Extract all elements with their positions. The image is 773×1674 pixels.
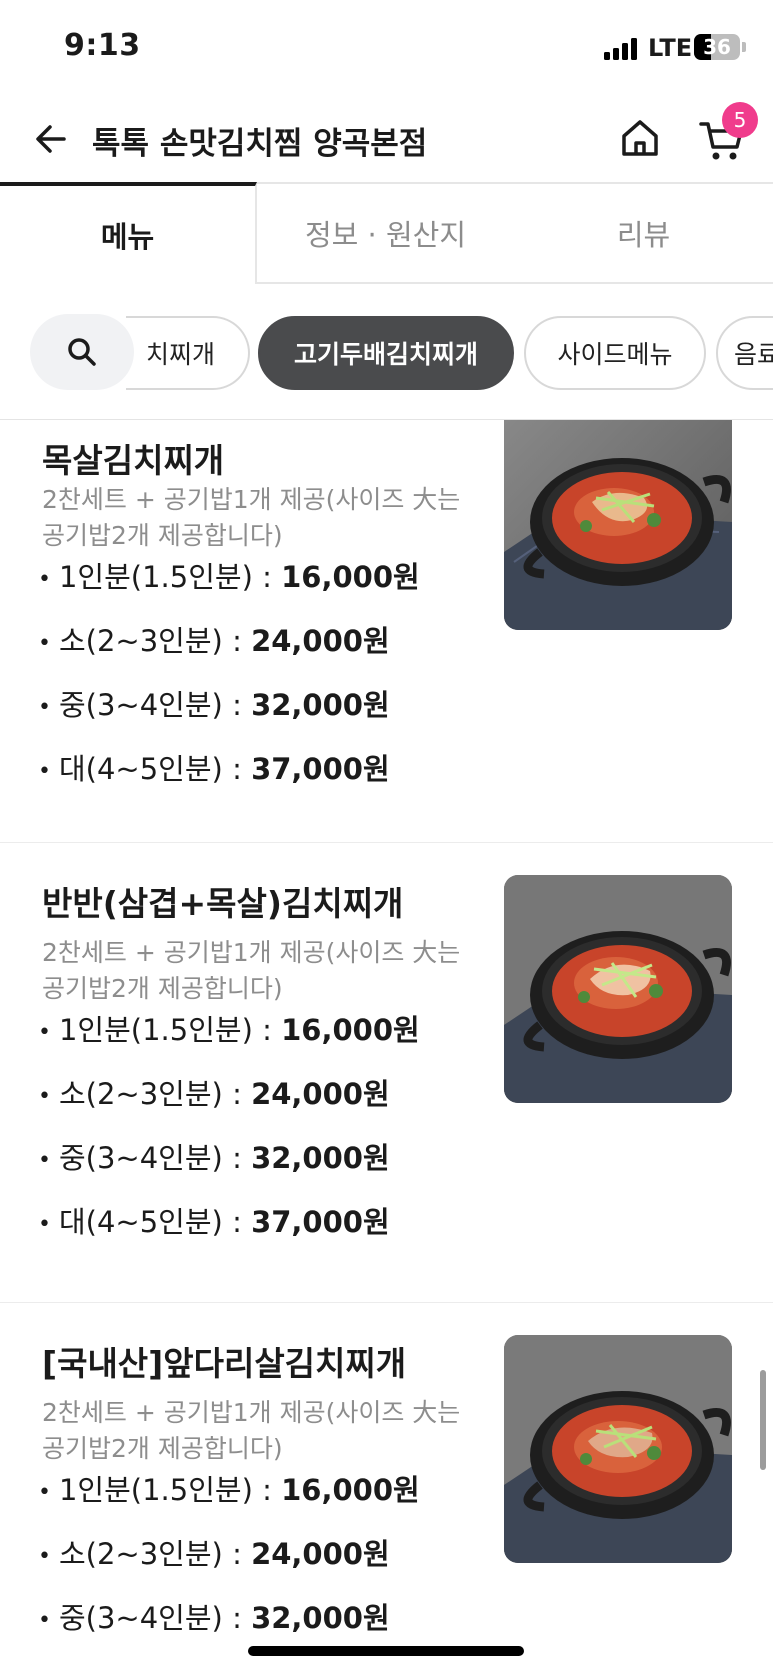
- price-option: • 중(3~4인분) : 32,000원: [38, 1601, 390, 1635]
- price-option: • 1인분(1.5인분) : 16,000원: [38, 1473, 420, 1507]
- price-size: 중(3~4인분) :: [58, 1601, 252, 1635]
- price-size: 중(3~4인분) :: [58, 688, 252, 722]
- price-amount: 37,000원: [251, 1205, 390, 1239]
- price-size: 1인분(1.5인분) :: [58, 1473, 282, 1507]
- kimchi-stew-photo: [504, 420, 732, 630]
- price-size: 대(4~5인분) :: [58, 1205, 252, 1239]
- menu-item-name: 목살김치찌개: [42, 441, 225, 480]
- cart-count-badge: 5: [722, 102, 758, 138]
- price-option: • 1인분(1.5인분) : 16,000원: [38, 560, 420, 594]
- menu-search-button[interactable]: [30, 314, 134, 390]
- menu-item-description: 2찬세트 + 공기밥1개 제공(사이즈 大는 공기밥2개 제공합니다): [42, 1398, 461, 1463]
- store-header: 톡톡 손맛김치찜 양곡본점: [0, 96, 773, 184]
- category-chip-active[interactable]: 고기두배김치찌개: [258, 316, 514, 390]
- price-option: • 중(3~4인분) : 32,000원: [38, 688, 390, 722]
- battery-icon: 36: [694, 34, 740, 60]
- store-tabs: 메뉴 정보 · 원산지 리뷰: [0, 182, 773, 284]
- kimchi-stew-photo: [504, 1335, 732, 1563]
- tab-reviews[interactable]: 리뷰: [514, 182, 773, 282]
- menu-item-photo[interactable]: [504, 1335, 732, 1563]
- menu-item-photo[interactable]: [504, 875, 732, 1103]
- price-option: • 1인분(1.5인분) : 16,000원: [38, 1013, 420, 1047]
- price-amount: 37,000원: [251, 752, 390, 786]
- category-chip[interactable]: 치찌개: [126, 316, 250, 390]
- price-amount: 24,000원: [251, 1537, 390, 1571]
- price-size: 소(2~3인분) :: [58, 1077, 252, 1111]
- price-amount: 24,000원: [251, 1077, 390, 1111]
- status-time: 9:13: [64, 28, 141, 63]
- price-size: 1인분(1.5인분) :: [58, 1013, 282, 1047]
- price-amount: 16,000원: [281, 1473, 420, 1507]
- price-amount: 32,000원: [251, 1141, 390, 1175]
- price-option: • 대(4~5인분) : 37,000원: [38, 752, 390, 786]
- menu-item-photo[interactable]: [504, 420, 732, 630]
- kimchi-stew-photo: [504, 875, 732, 1103]
- signal-icon: [604, 36, 640, 60]
- price-amount: 32,000원: [251, 1601, 390, 1635]
- menu-item-name: 반반(삼겹+목살)김치찌개: [42, 884, 404, 923]
- menu-item[interactable]: 목살김치찌개 2찬세트 + 공기밥1개 제공(사이즈 大는 공기밥2개 제공합니…: [0, 420, 773, 842]
- store-title: 톡톡 손맛김치찜 양곡본점: [92, 126, 428, 162]
- home-button[interactable]: [614, 112, 666, 164]
- price-amount: 24,000원: [251, 624, 390, 658]
- menu-item-name: [국내산]앞다리살김치찌개: [42, 1344, 407, 1383]
- home-icon: [622, 120, 658, 156]
- scrollbar[interactable]: [760, 1370, 766, 1470]
- arrow-left-icon: [36, 125, 66, 153]
- price-amount: 32,000원: [251, 688, 390, 722]
- menu-item[interactable]: 반반(삼겹+목살)김치찌개 2찬세트 + 공기밥1개 제공(사이즈 大는 공기밥…: [0, 842, 773, 1302]
- status-bar: 9:13 LTE 36: [0, 0, 773, 96]
- price-amount: 16,000원: [281, 560, 420, 594]
- price-option: • 대(4~5인분) : 37,000원: [38, 1205, 390, 1239]
- search-icon: [68, 338, 96, 366]
- tab-info-origin[interactable]: 정보 · 원산지: [257, 182, 514, 282]
- menu-list[interactable]: 목살김치찌개 2찬세트 + 공기밥1개 제공(사이즈 大는 공기밥2개 제공합니…: [0, 420, 773, 1674]
- menu-item[interactable]: [국내산]앞다리살김치찌개 2찬세트 + 공기밥1개 제공(사이즈 大는 공기밥…: [0, 1302, 773, 1674]
- category-chip[interactable]: 음료: [716, 316, 773, 390]
- category-chip[interactable]: 사이드메뉴: [524, 316, 706, 390]
- price-option: • 소(2~3인분) : 24,000원: [38, 1537, 390, 1571]
- price-amount: 16,000원: [281, 1013, 420, 1047]
- price-size: 1인분(1.5인분) :: [58, 560, 282, 594]
- menu-item-description: 2찬세트 + 공기밥1개 제공(사이즈 大는 공기밥2개 제공합니다): [42, 938, 461, 1003]
- price-size: 대(4~5인분) :: [58, 752, 252, 786]
- price-option: • 중(3~4인분) : 32,000원: [38, 1141, 390, 1175]
- price-option: • 소(2~3인분) : 24,000원: [38, 1077, 390, 1111]
- tab-menu[interactable]: 메뉴: [0, 182, 257, 284]
- battery-level: 36: [703, 35, 731, 59]
- home-indicator[interactable]: [248, 1646, 524, 1656]
- network-label: LTE: [648, 34, 693, 62]
- back-button[interactable]: [26, 114, 76, 164]
- category-chip-bar: 치찌개 고기두배김치찌개 사이드메뉴 음료: [0, 284, 773, 420]
- price-option: • 소(2~3인분) : 24,000원: [38, 624, 390, 658]
- price-size: 소(2~3인분) :: [58, 624, 252, 658]
- battery-tip: [742, 42, 746, 52]
- price-size: 중(3~4인분) :: [58, 1141, 252, 1175]
- price-size: 소(2~3인분) :: [58, 1537, 252, 1571]
- menu-item-description: 2찬세트 + 공기밥1개 제공(사이즈 大는 공기밥2개 제공합니다): [42, 485, 461, 550]
